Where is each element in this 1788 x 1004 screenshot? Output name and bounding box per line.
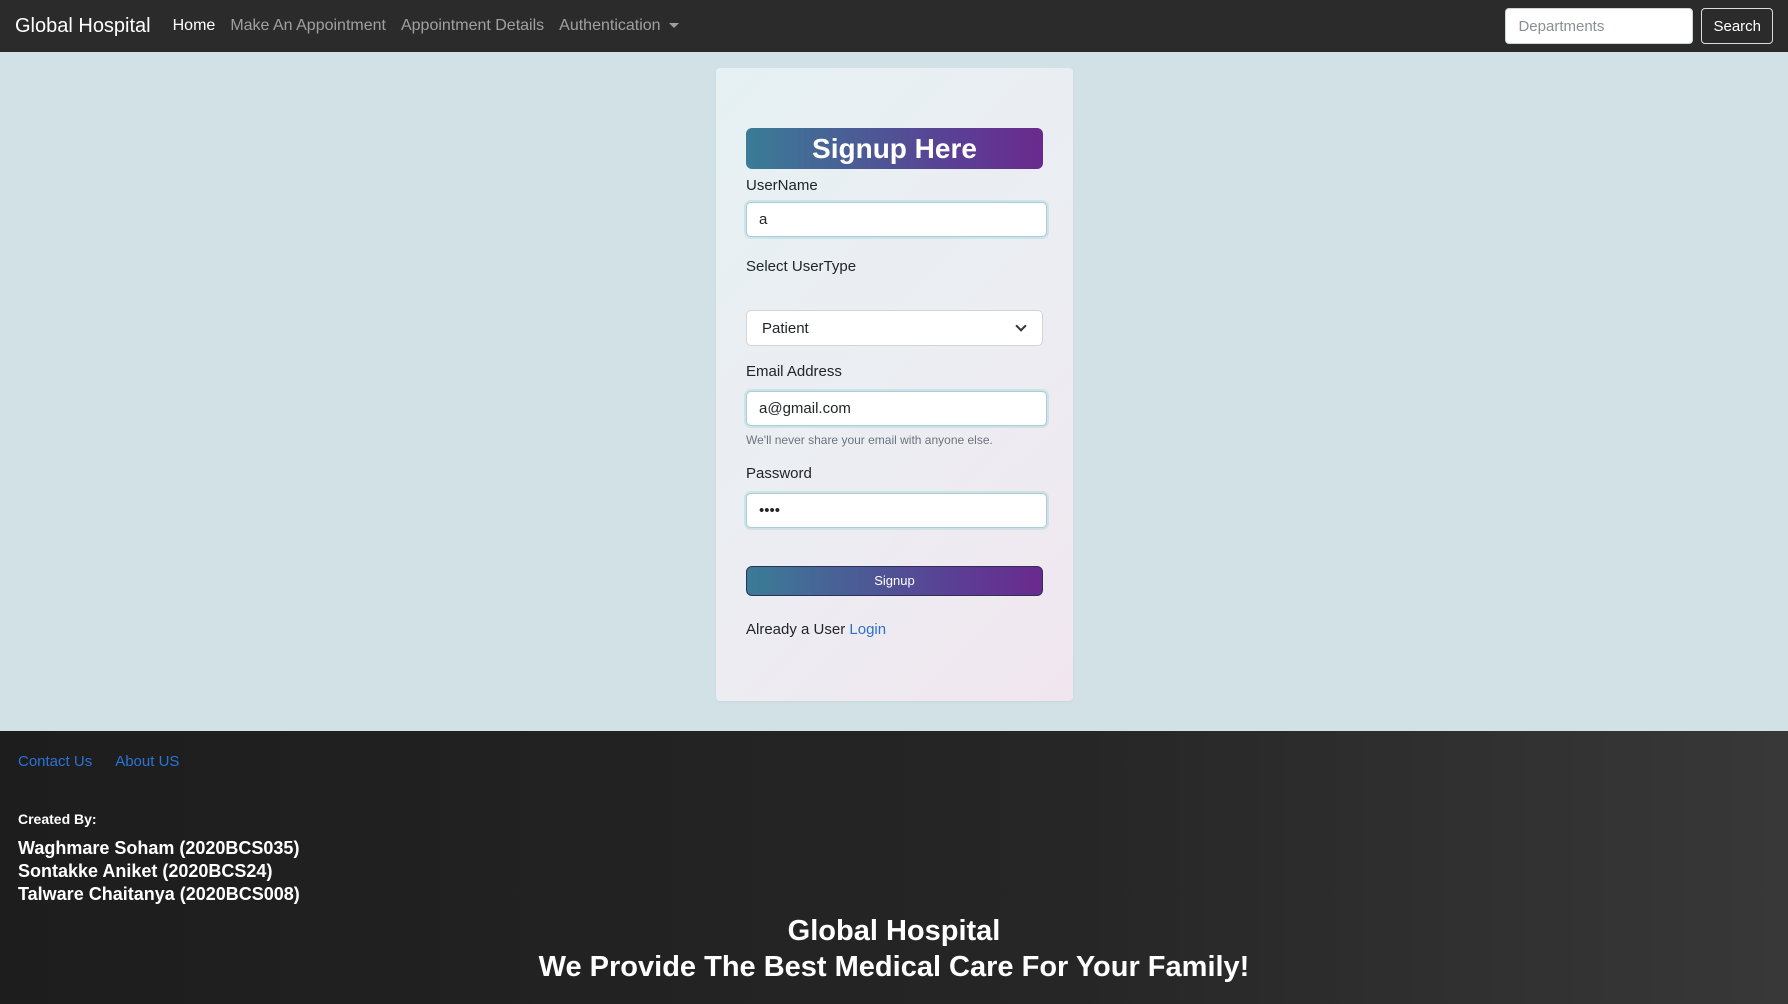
usertype-label: Select UserType (746, 258, 857, 275)
search-input[interactable] (1505, 8, 1694, 44)
username-label: UserName (746, 177, 818, 194)
footer-hospital-name: Global Hospital (787, 915, 1001, 947)
contact-us-link[interactable]: Contact Us (18, 753, 92, 770)
footer-links: Contact Us About US (18, 753, 202, 770)
nav-search: Search (1505, 8, 1773, 44)
password-input[interactable] (746, 493, 1047, 528)
usertype-select[interactable]: Patient (746, 310, 1043, 346)
nav-authentication-label: Authentication (559, 17, 661, 34)
footer-tagline: We Provide The Best Medical Care For You… (538, 951, 1250, 983)
nav-home[interactable]: Home (173, 17, 216, 35)
about-us-link[interactable]: About US (115, 753, 179, 770)
password-label: Password (746, 465, 812, 482)
caret-down-icon (668, 23, 679, 29)
search-button[interactable]: Search (1701, 8, 1773, 44)
email-help-text: We'll never share your email with anyone… (746, 433, 993, 447)
signup-card: Signup Here UserName Select UserType Pat… (716, 68, 1073, 701)
already-user-label: Already a User (746, 621, 846, 638)
chevron-down-icon (1015, 320, 1027, 332)
creator-item: Waghmare Soham (2020BCS035) (18, 838, 300, 858)
already-user-text: Already a User Login (746, 621, 886, 638)
username-input[interactable] (746, 202, 1047, 237)
signup-title: Signup Here (746, 128, 1043, 169)
nav-authentication-dropdown[interactable]: Authentication (559, 17, 679, 35)
nav-make-appointment[interactable]: Make An Appointment (230, 17, 386, 35)
nav-links: Home Make An Appointment Appointment Det… (173, 17, 694, 35)
footer-banner: Global Hospital We Provide The Best Medi… (0, 913, 1788, 985)
brand-link[interactable]: Global Hospital (15, 15, 151, 38)
footer: Contact Us About US Created By: Waghmare… (0, 731, 1788, 1004)
creator-item: Talware Chaitanya (2020BCS008) (18, 884, 300, 904)
creator-item: Sontakke Aniket (2020BCS24) (18, 861, 273, 881)
nav-appointment-details[interactable]: Appointment Details (401, 17, 544, 35)
signup-button[interactable]: Signup (746, 566, 1043, 596)
email-input[interactable] (746, 391, 1047, 426)
created-by-label: Created By: (18, 811, 97, 827)
creators-list: Waghmare Soham (2020BCS035) Sontakke Ani… (18, 837, 300, 906)
email-label: Email Address (746, 363, 842, 380)
navbar: Global Hospital Home Make An Appointment… (0, 0, 1788, 52)
login-link[interactable]: Login (849, 621, 886, 638)
usertype-selected: Patient (762, 319, 809, 337)
